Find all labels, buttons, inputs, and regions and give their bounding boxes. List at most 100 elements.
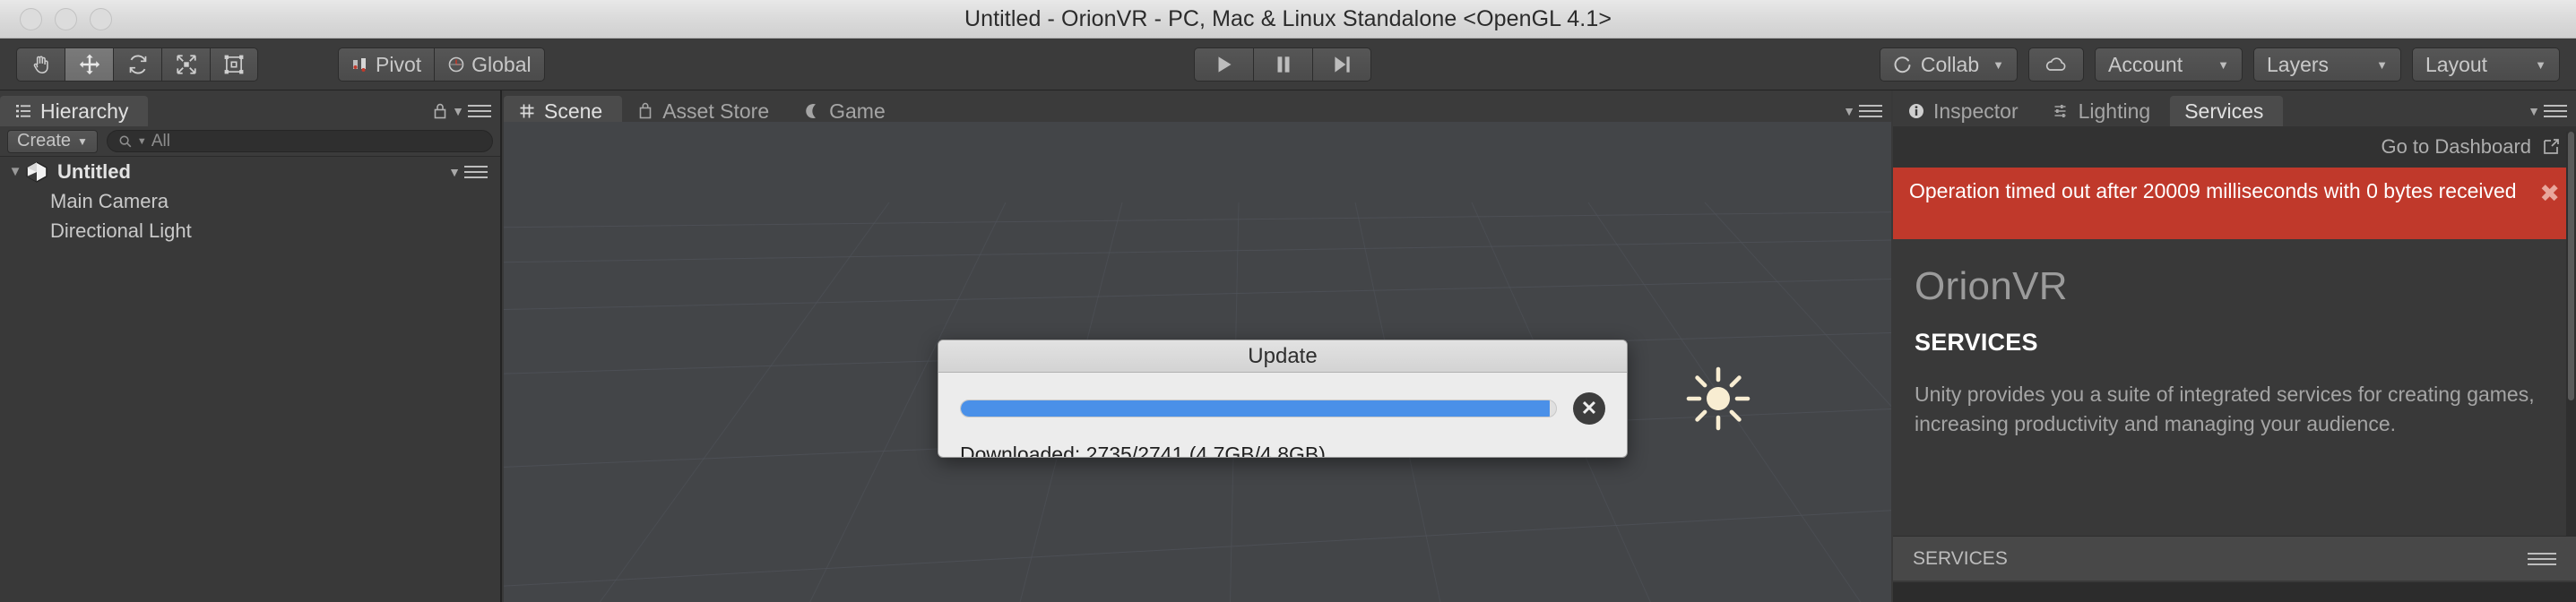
scale-tool-button[interactable] bbox=[161, 47, 210, 82]
window-title: Untitled - OrionVR - PC, Mac & Linux Sta… bbox=[964, 5, 1612, 31]
services-scrollbar[interactable] bbox=[2566, 132, 2576, 553]
services-description: Unity provides you a suite of integrated… bbox=[1915, 383, 2535, 435]
pivot-label: Pivot bbox=[376, 52, 422, 76]
tab-inspector[interactable]: Inspector bbox=[1893, 96, 2038, 126]
chevron-down-icon: ▼ bbox=[1993, 57, 2004, 72]
download-status-text: Downloaded: 2735/2741 (4.7GB/4.8GB) bbox=[960, 443, 1326, 458]
tab-hierarchy[interactable]: Hierarchy bbox=[0, 96, 149, 126]
services-heading: SERVICES bbox=[1915, 329, 2038, 356]
tab-lighting[interactable]: Lighting bbox=[2038, 96, 2171, 126]
main-toolbar: Pivot Global Collab ▼ Account ▼ Layers ▼… bbox=[0, 39, 2576, 90]
create-button[interactable]: Create ▼ bbox=[7, 129, 98, 153]
hierarchy-toolbar: Create ▼ ▼ All bbox=[0, 126, 500, 157]
layout-button[interactable]: Layout ▼ bbox=[2412, 47, 2560, 82]
tab-services[interactable]: Services bbox=[2170, 96, 2284, 126]
collab-button[interactable]: Collab ▼ bbox=[1879, 47, 2018, 82]
pause-button[interactable] bbox=[1253, 47, 1312, 82]
scale-icon bbox=[176, 55, 196, 74]
caret-icon: ▼ bbox=[452, 104, 464, 118]
services-footer[interactable]: SERVICES bbox=[1893, 536, 2576, 580]
hierarchy-tabbar: Hierarchy ▼ bbox=[0, 90, 500, 126]
menu-icon bbox=[1859, 101, 1882, 121]
play-icon bbox=[1218, 56, 1232, 73]
hierarchy-scene-row[interactable]: ▼ Untitled ▼ bbox=[0, 157, 500, 186]
playback-group bbox=[1194, 47, 1371, 82]
caret-icon: ▼ bbox=[1843, 104, 1855, 118]
step-button[interactable] bbox=[1312, 47, 1371, 82]
step-icon bbox=[1335, 56, 1350, 73]
progress-row: ✕ bbox=[960, 392, 1605, 425]
cloud-button[interactable] bbox=[2028, 47, 2084, 82]
move-tool-button[interactable] bbox=[65, 47, 113, 82]
asset-store-icon bbox=[639, 102, 652, 119]
rotate-tool-button[interactable] bbox=[113, 47, 161, 82]
directional-light-gizmo[interactable] bbox=[1685, 366, 1751, 432]
cloud-icon bbox=[2045, 57, 2066, 71]
services-footer-label: SERVICES bbox=[1913, 547, 2008, 569]
progress-fill bbox=[961, 400, 1551, 417]
account-label: Account bbox=[2108, 52, 2183, 76]
handle-label: Global bbox=[471, 52, 532, 76]
list-item[interactable]: Main Camera bbox=[0, 186, 500, 216]
rect-transform-icon bbox=[224, 55, 244, 74]
transform-tool-group bbox=[16, 47, 258, 82]
hierarchy-icon bbox=[16, 105, 30, 117]
pause-icon bbox=[1277, 56, 1289, 73]
unity-scene-icon bbox=[26, 160, 48, 183]
menu-icon bbox=[2544, 101, 2567, 121]
hand-icon bbox=[33, 56, 48, 73]
services-tab-label: Services bbox=[2184, 99, 2264, 123]
services-panel: Inspector Lighting Services ▼ Go to Dash… bbox=[1893, 90, 2576, 602]
services-menu-icon[interactable] bbox=[2528, 549, 2556, 569]
hierarchy-object-label: Main Camera bbox=[50, 189, 169, 212]
panel-bottom-strip bbox=[1893, 582, 2576, 602]
scene-tab-label: Scene bbox=[544, 99, 603, 123]
handle-rotation-button[interactable]: Global bbox=[434, 47, 545, 82]
hierarchy-tab-menu[interactable]: ▼ bbox=[432, 101, 491, 121]
scene-tab-menu[interactable]: ▼ bbox=[1843, 101, 1882, 121]
move-icon bbox=[79, 54, 99, 75]
update-dialog: Update ✕ Downloaded: 2735/2741 (4.7GB/4.… bbox=[938, 340, 1628, 458]
right-tab-menu[interactable]: ▼ bbox=[2528, 101, 2567, 121]
right-tabbar: Inspector Lighting Services ▼ bbox=[1893, 90, 2576, 126]
collab-icon bbox=[1894, 56, 1911, 73]
chevron-down-icon: ▼ bbox=[2217, 57, 2229, 72]
lighting-tab-label: Lighting bbox=[2078, 99, 2151, 123]
hierarchy-search-placeholder: All bbox=[151, 131, 170, 150]
services-content: OrionVR SERVICES Unity provides you a su… bbox=[1893, 239, 2576, 438]
cancel-download-button[interactable]: ✕ bbox=[1573, 392, 1605, 425]
global-icon bbox=[448, 56, 464, 73]
update-dialog-body: ✕ Downloaded: 2735/2741 (4.7GB/4.8GB) bbox=[938, 373, 1627, 458]
inspector-icon bbox=[1909, 104, 1923, 118]
caret-icon: ▼ bbox=[2528, 104, 2540, 118]
scene-row-menu[interactable]: ▼ bbox=[448, 162, 488, 182]
play-button[interactable] bbox=[1194, 47, 1253, 82]
lock-icon bbox=[434, 103, 446, 119]
pivot-mode-button[interactable]: Pivot bbox=[338, 47, 435, 82]
caret-icon: ▼ bbox=[448, 165, 461, 179]
game-icon bbox=[806, 104, 817, 118]
error-message: Operation timed out after 20009 millisec… bbox=[1909, 179, 2517, 202]
list-item[interactable]: Directional Light bbox=[0, 216, 500, 245]
unity-editor-window: Untitled - OrionVR - PC, Mac & Linux Sta… bbox=[0, 0, 2576, 602]
layers-button[interactable]: Layers ▼ bbox=[2253, 47, 2401, 82]
create-label: Create bbox=[17, 131, 72, 150]
pivot-handle-group: Pivot Global bbox=[338, 47, 545, 82]
collab-label: Collab bbox=[1920, 52, 1980, 76]
download-progress-bar bbox=[960, 400, 1557, 417]
chevron-down-icon[interactable]: ▼ bbox=[5, 164, 25, 179]
rotate-icon bbox=[129, 55, 146, 74]
rect-tool-button[interactable] bbox=[210, 47, 258, 82]
account-button[interactable]: Account ▼ bbox=[2095, 47, 2243, 82]
menu-icon bbox=[468, 101, 491, 121]
hand-tool-button[interactable] bbox=[16, 47, 65, 82]
go-to-dashboard-label: Go to Dashboard bbox=[2381, 135, 2531, 158]
inspector-tab-label: Inspector bbox=[1933, 99, 2018, 123]
dismiss-error-button[interactable]: ✖ bbox=[2527, 178, 2560, 210]
hierarchy-search-input[interactable]: ▼ All bbox=[106, 130, 493, 152]
project-name: OrionVR bbox=[1915, 264, 2068, 308]
hierarchy-object-label: Directional Light bbox=[50, 219, 192, 242]
hierarchy-panel: Hierarchy ▼ Create ▼ ▼ All ▼ Untitled ▼ … bbox=[0, 90, 502, 602]
asset-store-tab-label: Asset Store bbox=[662, 99, 770, 123]
go-to-dashboard-link[interactable]: Go to Dashboard bbox=[1893, 126, 2576, 168]
